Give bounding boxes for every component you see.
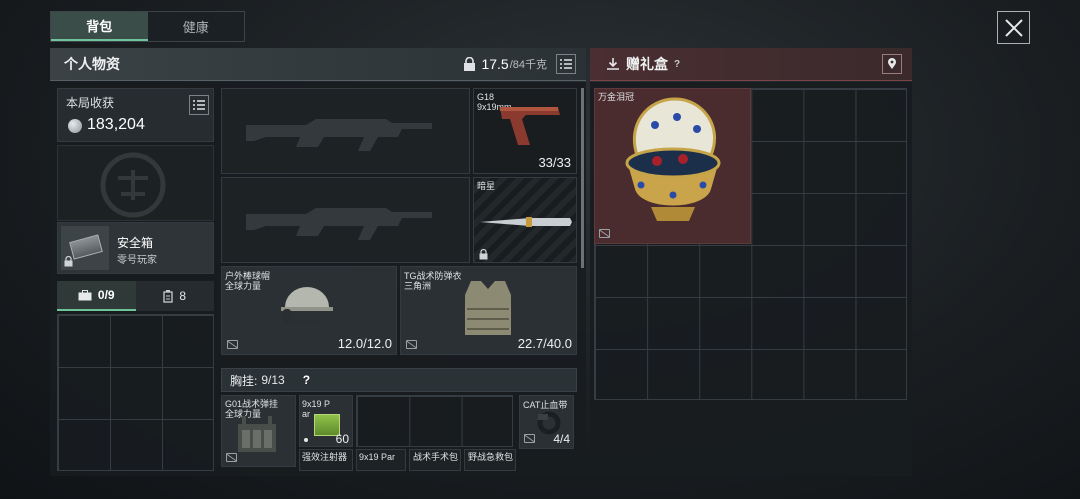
armor-quality: 三角洲 — [404, 281, 432, 291]
gift-locate-button[interactable] — [882, 54, 902, 74]
bag-count: 0/9 — [97, 288, 115, 302]
armor-vest-icon — [465, 281, 511, 335]
ammo-item[interactable]: 9x19 Par 60 — [299, 395, 353, 447]
download-icon — [607, 58, 619, 70]
haul-box: 本局收获 183,204 — [57, 88, 214, 142]
other-count: 8 — [179, 289, 187, 303]
chest-label: 胸挂: — [230, 373, 258, 388]
safebox-slot[interactable]: 安全箱 零号玩家 — [57, 222, 214, 274]
secondary-weapon-slot[interactable] — [221, 177, 470, 263]
chest-capacity: 9/13 — [261, 373, 285, 387]
gift-item[interactable]: 万金泪冠 — [594, 88, 751, 244]
briefcase-icon — [78, 289, 92, 300]
rig-name: G01战术弹挂 — [225, 399, 279, 409]
rig-sub-slot[interactable]: 野战急救包 — [464, 449, 516, 471]
emblem-area — [57, 145, 214, 221]
ammo-label-2: 9x19 Par — [359, 452, 396, 462]
cat-label: CAT止血带 — [523, 400, 568, 410]
rig-grid[interactable] — [356, 395, 513, 447]
bag-grid[interactable] — [57, 314, 214, 471]
list-icon — [193, 100, 205, 110]
canister-icon — [163, 289, 174, 303]
lock-icon — [464, 56, 476, 71]
safebox-name: 安全箱 — [117, 236, 154, 250]
pistol-icon — [500, 107, 560, 145]
chest-rig-header: 胸挂: 9/13 ? — [221, 368, 577, 392]
ammo-count: 60 — [335, 432, 349, 446]
helmet-name: 户外棒球帽 — [225, 271, 271, 281]
slot-icon — [599, 229, 610, 238]
armor-name: TG战术防弹衣 — [404, 271, 462, 281]
container-tabs: 0/9 8 — [57, 281, 214, 311]
pistol-name: G18 — [477, 92, 495, 102]
close-icon — [1004, 18, 1023, 37]
pistol-slot[interactable]: G18 9x19mm 33/33 — [473, 88, 577, 174]
slot-icon — [406, 340, 417, 349]
haul-label: 本局收获 — [66, 96, 115, 110]
gift-help[interactable]: ? — [674, 59, 680, 70]
haul-value: 183,204 — [87, 116, 145, 133]
lock-icon — [479, 249, 488, 260]
gift-header: 赠礼盒 ? — [590, 48, 912, 81]
weight-capacity: /84千克 — [509, 59, 547, 71]
tab-other-counter[interactable]: 8 — [136, 281, 215, 311]
slot-icon — [524, 434, 535, 443]
close-button[interactable] — [997, 11, 1030, 44]
lock-icon — [64, 256, 73, 267]
chest-help[interactable]: ? — [303, 373, 310, 387]
rig-sub-slot[interactable]: 战术手术包 — [409, 449, 461, 471]
personal-header: 个人物资 17.5/84千克 — [50, 48, 586, 81]
chest-rig-icon — [238, 416, 276, 452]
tab-health[interactable]: 健康 — [148, 12, 245, 41]
haul-detail-button[interactable] — [189, 95, 209, 115]
first-aid-label: 野战急救包 — [468, 452, 514, 462]
ammo-dot — [304, 438, 308, 442]
jeweled-egg-icon — [625, 97, 721, 221]
helmet-durability: 12.0/12.0 — [337, 336, 392, 351]
rifle-silhouette-icon — [246, 119, 432, 151]
melee-slot[interactable]: 暗星 — [473, 177, 577, 263]
helmet-quality: 全球力量 — [225, 281, 262, 291]
top-tabs: 背包 健康 — [50, 11, 245, 42]
coin-icon — [68, 119, 82, 133]
gift-title: 赠礼盒 — [626, 56, 668, 72]
scrollbar[interactable] — [581, 88, 584, 268]
armor-slot[interactable]: TG战术防弹衣 三角洲 22.7/40.0 — [400, 266, 577, 355]
helmet-icon — [281, 287, 333, 323]
knife-icon — [480, 217, 572, 227]
primary-weapon-slot[interactable] — [221, 88, 470, 174]
pin-icon — [888, 58, 896, 69]
rig-item[interactable]: G01战术弹挂 全球力量 — [221, 395, 296, 467]
tab-bag-counter[interactable]: 0/9 — [57, 281, 136, 311]
sort-button[interactable] — [556, 54, 576, 74]
cat-count: 4/4 — [553, 432, 570, 446]
weight-value: 17.5 — [481, 56, 509, 72]
personal-title: 个人物资 — [64, 56, 120, 72]
slot-icon — [226, 453, 237, 462]
briefcase-icon — [69, 234, 103, 260]
helmet-slot[interactable]: 户外棒球帽 全球力量 12.0/12.0 — [221, 266, 397, 355]
cat-item[interactable]: CAT止血带 4/4 — [519, 395, 574, 449]
surgery-kit-label: 战术手术包 — [413, 452, 459, 462]
rifle-silhouette-icon — [246, 208, 432, 240]
rig-sub-slot[interactable]: 9x19 Par — [356, 449, 406, 471]
slot-icon — [227, 340, 238, 349]
pistol-ammo-count: 33/33 — [538, 155, 571, 170]
rig-sub-slot[interactable]: 强效注射器 — [299, 449, 353, 471]
armor-durability: 22.7/40.0 — [517, 336, 572, 351]
safebox-image — [61, 226, 109, 270]
tab-backpack[interactable]: 背包 — [51, 12, 148, 41]
melee-name: 暗星 — [477, 181, 496, 191]
list-icon — [560, 59, 572, 69]
syringe-label: 强效注射器 — [302, 452, 348, 462]
safebox-owner: 零号玩家 — [117, 255, 157, 266]
faction-emblem-icon — [100, 152, 166, 218]
